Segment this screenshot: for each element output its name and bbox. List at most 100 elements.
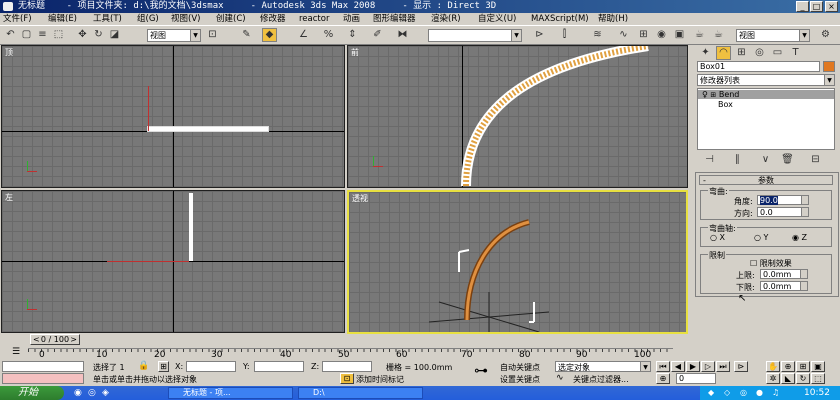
lock-icon[interactable]: 🔒 <box>138 361 149 371</box>
zoom-extents-icon[interactable]: ▣ <box>811 361 825 372</box>
start-button[interactable]: 开始 <box>0 386 64 400</box>
task-explorer[interactable]: D:\ <box>298 387 423 399</box>
spinner-arrows-icon[interactable] <box>800 282 807 290</box>
motion-tab-icon[interactable]: ◎ <box>752 46 767 60</box>
render-type-combo[interactable]: 视图 ▼ <box>736 29 810 42</box>
angle-spinner[interactable]: 90.0 <box>757 195 809 205</box>
previous-frame-icon[interactable]: ◀ <box>671 361 685 372</box>
angle-snap-icon[interactable]: ∠ <box>296 28 311 42</box>
quick-render-icon[interactable]: ☕ <box>711 28 726 42</box>
make-unique-icon[interactable]: ∨ <box>758 153 773 167</box>
add-time-tag[interactable]: 添加时间标记 <box>356 374 404 385</box>
stack-item-box[interactable]: Box <box>718 100 733 109</box>
viewport-top[interactable]: 顶 <box>1 45 345 188</box>
absolute-mode-icon[interactable]: ⊞ <box>158 361 169 372</box>
object-color-swatch[interactable] <box>823 61 835 72</box>
pivot-center-icon[interactable]: ⊡ <box>205 28 220 42</box>
bend-object-perspective[interactable] <box>349 192 688 334</box>
configure-modifier-sets-icon[interactable]: ⊟ <box>808 153 823 167</box>
time-slider-track[interactable]: < 0 / 100 > <box>0 334 694 346</box>
close-button[interactable]: × <box>825 1 838 12</box>
x-coordinate-input[interactable] <box>186 361 236 372</box>
maxscript-output-mini[interactable] <box>2 373 84 384</box>
bend-object-top[interactable] <box>147 126 269 132</box>
prev-frame-icon[interactable]: < <box>33 335 40 345</box>
next-frame-icon[interactable]: ▷ <box>701 361 715 372</box>
upper-limit-spinner[interactable]: 0.0mm <box>760 269 808 279</box>
menu-rendering[interactable]: 渲染(R) <box>431 13 461 25</box>
menu-edit[interactable]: 编辑(E) <box>48 13 77 25</box>
rollout-header[interactable]: - 参数 <box>699 175 833 185</box>
remove-modifier-icon[interactable]: 🗑 <box>780 153 795 167</box>
menu-maxscript[interactable]: MAXScript(M) <box>531 13 589 25</box>
maximize-button[interactable]: □ <box>810 1 823 12</box>
spinner-snap-icon[interactable]: ⇕ <box>345 28 360 42</box>
key-mode-icon[interactable]: ⊳ <box>734 361 748 372</box>
menu-graph-editors[interactable]: 图形编辑器 <box>373 13 416 25</box>
select-and-manipulate-icon[interactable]: ✎ <box>239 28 254 42</box>
spinner-arrows-icon[interactable] <box>801 196 808 204</box>
select-object-icon[interactable]: ▢ <box>19 28 34 42</box>
next-frame-icon[interactable]: > <box>70 335 77 345</box>
zoom-icon[interactable]: ⊕ <box>781 361 795 372</box>
menu-create[interactable]: 创建(C) <box>216 13 246 25</box>
minimize-button[interactable]: _ <box>796 1 809 12</box>
key-filters-button[interactable]: 关键点过滤器... <box>573 374 629 385</box>
scale-icon[interactable]: ◪ <box>107 28 122 42</box>
render-last-icon[interactable]: ⚙ <box>818 28 833 42</box>
reference-coordinate-combo[interactable]: 视图 ▼ <box>147 29 201 42</box>
time-tag-icon[interactable]: ⊡ <box>340 373 354 384</box>
upper-limit-value[interactable]: 0.0mm <box>763 270 791 279</box>
viewport-left[interactable]: 左 <box>1 190 345 333</box>
menu-help[interactable]: 帮助(H) <box>598 13 628 25</box>
menu-group[interactable]: 组(G) <box>137 13 159 25</box>
radio-x[interactable]: ○ X <box>710 233 725 242</box>
align-icon[interactable]: ⫿ <box>557 28 572 42</box>
tray-icon[interactable]: ◆ <box>708 388 714 397</box>
quick-launch-icon[interactable]: ◈ <box>102 388 109 398</box>
collapse-icon[interactable]: - <box>703 176 706 185</box>
quick-launch-icon[interactable]: ◉ <box>74 388 82 398</box>
render-setup-icon[interactable]: ▣ <box>672 28 687 42</box>
expand-icon[interactable]: ⊞ <box>710 91 716 99</box>
tray-icon[interactable]: ♫ <box>772 388 779 397</box>
display-tab-icon[interactable]: ▭ <box>770 46 785 60</box>
clock[interactable]: 10:52 <box>804 388 830 398</box>
zoom-all-icon[interactable]: ⊞ <box>796 361 810 372</box>
time-config-icon[interactable]: ⊕ <box>656 373 670 384</box>
key-filter-icon[interactable]: ∿ <box>556 373 564 383</box>
tray-icon[interactable]: ● <box>756 388 763 397</box>
key-selection-combo[interactable]: 选定对象 ▼ <box>555 361 651 372</box>
menu-views[interactable]: 视图(V) <box>171 13 200 25</box>
hierarchy-tab-icon[interactable]: ⊞ <box>734 46 749 60</box>
create-tab-icon[interactable]: ✦ <box>698 46 713 60</box>
field-of-view-icon[interactable]: ◣ <box>781 373 795 384</box>
pin-stack-icon[interactable]: ⊣ <box>702 153 717 167</box>
spinner-arrows-icon[interactable] <box>801 208 808 216</box>
set-key-button[interactable]: 设置关键点 <box>500 374 540 385</box>
open-mini-curve-editor-icon[interactable]: ☰ <box>12 347 20 357</box>
arc-rotate-icon[interactable]: ↻ <box>796 373 810 384</box>
bend-object-front[interactable] <box>348 46 688 188</box>
z-coordinate-input[interactable] <box>322 361 372 372</box>
lower-limit-value[interactable]: 0.0mm <box>763 282 791 291</box>
auto-key-button[interactable]: 自动关键点 <box>500 362 540 373</box>
tray-icon[interactable]: ◎ <box>740 388 747 397</box>
move-icon[interactable]: ✥ <box>75 28 90 42</box>
play-icon[interactable]: ▶ <box>686 361 700 372</box>
direction-spinner[interactable]: 0.0 <box>757 207 809 217</box>
y-coordinate-input[interactable] <box>254 361 304 372</box>
orbit-icon[interactable]: ✲ <box>766 373 780 384</box>
viewport-perspective[interactable]: 透视 <box>347 190 688 334</box>
undo-icon[interactable]: ↶ <box>3 28 18 42</box>
menu-reactor[interactable]: reactor <box>299 13 329 25</box>
go-to-start-icon[interactable]: ⏮ <box>656 361 670 372</box>
region-select-icon[interactable]: ⬚ <box>51 28 66 42</box>
quick-launch-icon[interactable]: ◎ <box>88 388 96 398</box>
limit-effect-checkbox[interactable]: ☐ 限制效果 <box>750 258 792 269</box>
current-frame-input[interactable]: 0 <box>676 373 716 384</box>
viewport-label[interactable]: 顶 <box>5 47 13 58</box>
modifier-list-combo[interactable]: 修改器列表 ▼ <box>697 74 835 86</box>
maxscript-listener-mini[interactable] <box>2 361 84 372</box>
go-to-end-icon[interactable]: ⏭ <box>716 361 730 372</box>
